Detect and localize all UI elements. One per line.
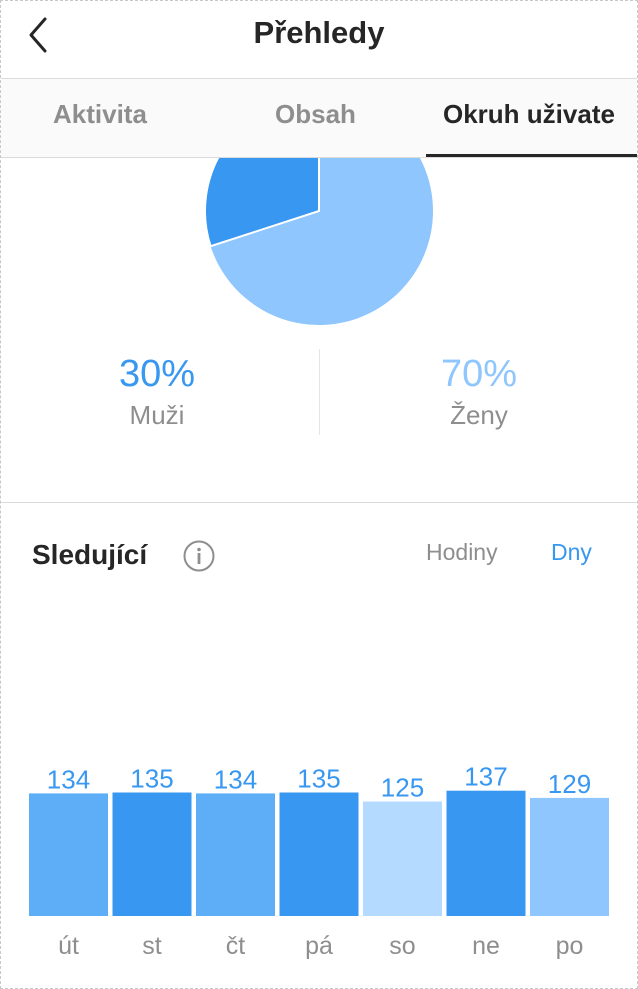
bar-value-label: 135 <box>297 764 340 794</box>
bar-category-label: út <box>58 932 79 960</box>
tab-content[interactable]: Obsah <box>275 99 356 130</box>
gender-pie-chart <box>1 158 637 338</box>
bar-value-label: 134 <box>47 764 90 794</box>
bar-category-label: pá <box>305 932 333 960</box>
bar-category-label: st <box>142 932 162 960</box>
men-label: Muži <box>129 400 185 430</box>
bar-value-label: 135 <box>130 764 173 794</box>
stat-women: 70% Ženy <box>379 353 579 431</box>
app-screen: Přehledy Aktivita Obsah Okruh uživate 30… <box>0 0 638 989</box>
bar-category-label: čt <box>226 932 246 960</box>
women-label: Ženy <box>450 400 508 430</box>
bar-value-label: 134 <box>214 764 257 794</box>
toggle-days[interactable]: Dny <box>551 539 592 566</box>
bar-so <box>363 801 442 916</box>
women-percent: 70% <box>440 353 518 395</box>
stat-divider <box>319 349 320 435</box>
toggle-hours[interactable]: Hodiny <box>426 539 498 566</box>
bar-ne <box>446 790 526 916</box>
page-title: Přehledy <box>253 15 385 50</box>
bar-value-label: 129 <box>548 769 591 799</box>
tab-audience[interactable]: Okruh uživate <box>443 99 615 130</box>
bar-value-label: 125 <box>381 773 424 803</box>
top-bar: Přehledy <box>1 1 637 79</box>
active-tab-indicator <box>426 154 637 157</box>
bar-category-label: po <box>556 932 584 960</box>
bar-value-label: 137 <box>464 762 507 792</box>
followers-bar-chart: 134 út 135 st 134 čt 135 pá 125 so 137 ne 129 po <box>1 731 637 971</box>
bar-pá <box>279 792 359 916</box>
bar-st <box>112 792 192 916</box>
followers-title: Sledující <box>32 539 148 570</box>
bar-út <box>29 793 108 916</box>
info-icon[interactable] <box>182 539 216 573</box>
bar-po <box>530 797 609 916</box>
men-percent: 30% <box>118 353 196 395</box>
bar-category-label: so <box>389 932 415 960</box>
stat-men: 30% Muži <box>57 353 257 431</box>
section-divider <box>1 502 637 503</box>
tab-bar: Aktivita Obsah Okruh uživate <box>1 79 637 158</box>
tab-activity[interactable]: Aktivita <box>53 99 147 130</box>
bar-category-label: ne <box>472 932 500 960</box>
bar-čt <box>196 793 275 916</box>
